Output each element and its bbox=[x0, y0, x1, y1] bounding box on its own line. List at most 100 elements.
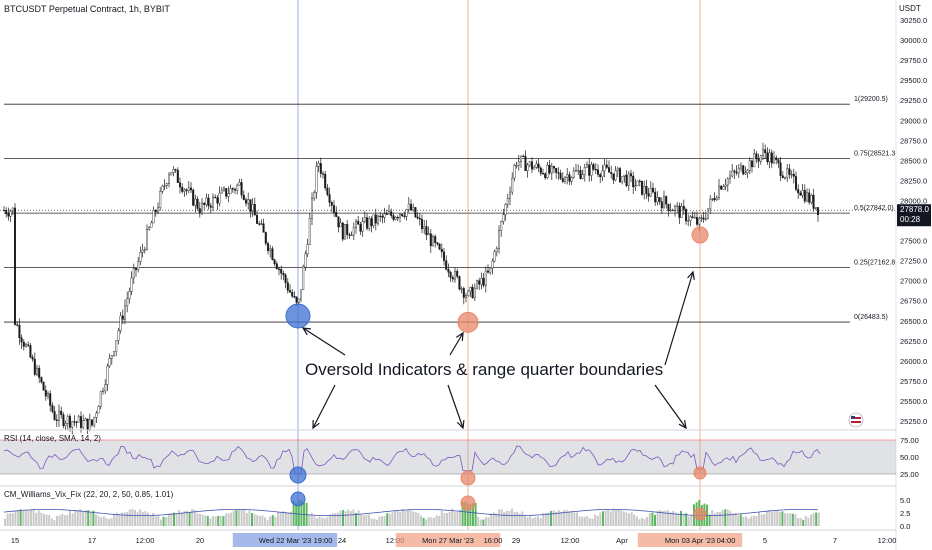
wvf-bar bbox=[238, 509, 240, 526]
candle-body bbox=[641, 180, 644, 195]
wvf-bar bbox=[227, 513, 230, 526]
candle-body bbox=[187, 187, 190, 191]
candle-body bbox=[502, 214, 505, 222]
flag-icon[interactable] bbox=[848, 412, 864, 428]
candle-body bbox=[306, 244, 309, 255]
candle-body bbox=[427, 233, 430, 236]
candle-body bbox=[42, 381, 45, 391]
price-tick-label: 29500.0 bbox=[900, 76, 927, 85]
candle-body bbox=[731, 170, 734, 177]
price-tick-label: 29750.0 bbox=[900, 56, 927, 65]
wvf-bar bbox=[69, 510, 71, 526]
candle-body bbox=[652, 187, 655, 193]
wvf-bar bbox=[589, 518, 591, 526]
wvf-bar bbox=[53, 520, 56, 526]
time-label: 15 bbox=[11, 536, 19, 545]
candle-body bbox=[383, 213, 386, 218]
candle-body bbox=[222, 188, 225, 191]
candle-body bbox=[806, 192, 809, 202]
wvf-bar bbox=[459, 509, 461, 526]
candle-body bbox=[658, 197, 661, 202]
wvf-bar bbox=[781, 511, 784, 526]
candle-body bbox=[601, 170, 604, 178]
wvf-bar bbox=[771, 511, 773, 526]
candle-body bbox=[44, 390, 47, 397]
wvf-oversold-circle bbox=[460, 495, 476, 511]
candle-body bbox=[768, 152, 771, 163]
candle-body bbox=[443, 251, 446, 261]
candle-body bbox=[165, 183, 168, 186]
candle-body bbox=[216, 197, 219, 204]
time-axis[interactable]: 15 17 12:00 20 Wed 22 Mar '23 19:00 24 12:00 Mon… bbox=[11, 533, 897, 547]
candle-body bbox=[548, 164, 551, 174]
candle-body bbox=[544, 173, 547, 179]
candle-body bbox=[53, 411, 56, 421]
candle-body bbox=[7, 213, 10, 217]
candle-body bbox=[401, 214, 404, 217]
wvf-bar bbox=[217, 515, 220, 526]
candle-body bbox=[654, 191, 657, 203]
candle-body bbox=[649, 187, 652, 197]
wvf-bar bbox=[729, 511, 732, 526]
wvf-bar bbox=[110, 518, 113, 526]
candle-body bbox=[682, 206, 685, 210]
wvf-bar bbox=[373, 518, 376, 526]
wvf-bar bbox=[401, 509, 404, 526]
wvf-bar bbox=[329, 514, 331, 526]
candle-body bbox=[790, 173, 793, 176]
wvf-bar bbox=[253, 514, 256, 526]
wvf-bar bbox=[167, 513, 170, 526]
candle-body bbox=[315, 166, 318, 193]
chart-canvas[interactable]: 30250.030000.029750.029500.029250.029000… bbox=[0, 0, 932, 550]
wvf-bar bbox=[37, 510, 40, 526]
candle-body bbox=[460, 288, 463, 290]
candle-body bbox=[390, 211, 393, 216]
candle-body bbox=[49, 393, 52, 406]
wvf-bar bbox=[716, 511, 719, 526]
candle-body bbox=[718, 185, 721, 198]
wvf-bar bbox=[526, 517, 529, 526]
wvf-bar bbox=[622, 511, 625, 526]
wvf-bar bbox=[635, 516, 638, 526]
candle-body bbox=[517, 161, 520, 166]
wvf-legend[interactable]: CM_Williams_Vix_Fix (22, 20, 2, 50, 0.85… bbox=[4, 490, 174, 499]
candle-body bbox=[511, 177, 514, 193]
candle-body bbox=[273, 259, 276, 264]
candle-body bbox=[238, 182, 241, 186]
candle-body bbox=[493, 251, 496, 262]
chart-title: BTCUSDT Perpetual Contract, 1h, BYBIT bbox=[4, 4, 170, 14]
fib-label: 1(29200.5) bbox=[854, 96, 888, 103]
candle-body bbox=[724, 184, 727, 187]
wvf-bar bbox=[544, 513, 547, 526]
candle-body bbox=[260, 223, 263, 225]
wvf-bar bbox=[719, 512, 721, 526]
candle-body bbox=[478, 280, 481, 285]
price-tick-label: 30250.0 bbox=[900, 16, 927, 25]
time-label: 20 bbox=[196, 536, 204, 545]
wvf-bar bbox=[334, 513, 337, 526]
oversold-circle bbox=[457, 311, 479, 333]
candle-body bbox=[11, 207, 14, 212]
candle-body bbox=[123, 305, 126, 320]
candle-body bbox=[38, 367, 41, 378]
candle-body bbox=[753, 153, 756, 168]
candle-body bbox=[58, 410, 61, 421]
wvf-bar bbox=[58, 515, 61, 526]
wvf-bar bbox=[794, 514, 797, 526]
candle-body bbox=[183, 189, 186, 192]
candle-body bbox=[97, 406, 100, 414]
candle-body bbox=[757, 158, 760, 162]
wvf-oversold-circle bbox=[290, 491, 306, 507]
candle-body bbox=[293, 296, 296, 298]
candle-body bbox=[575, 170, 578, 172]
wvf-bar bbox=[425, 519, 428, 526]
wvf-bar bbox=[196, 513, 199, 526]
rsi-legend[interactable]: RSI (14, close, SMA, 14, 2) bbox=[4, 434, 101, 443]
wvf-bar bbox=[258, 515, 261, 526]
wvf-bar bbox=[646, 516, 649, 526]
candle-body bbox=[128, 291, 131, 299]
wvf-bar bbox=[191, 508, 194, 526]
candle-body bbox=[227, 193, 230, 197]
candle-body bbox=[775, 157, 778, 160]
candle-body bbox=[90, 419, 93, 426]
